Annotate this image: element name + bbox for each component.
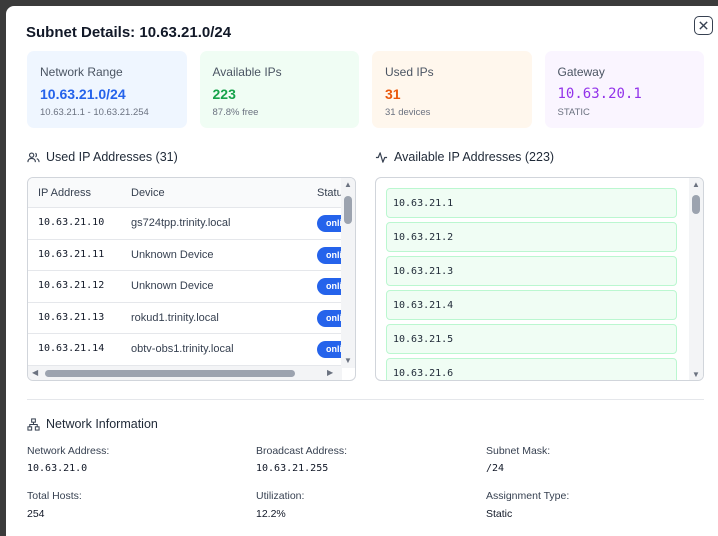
card-value: 10.63.20.1 [557,86,642,102]
table-row[interactable]: 10.63.21.13 rokud1.trinity.local online [28,303,342,334]
field-value: Static [486,508,513,520]
device-cell: Unknown Device [131,280,214,292]
device-cell: gs724tpp.trinity.local [131,217,231,229]
status-badge: online [317,278,342,295]
available-ips-card: Available IPs 223 87.8% free [199,51,359,128]
status-badge: online [317,309,342,327]
vertical-scrollbar[interactable]: ▲ ▼ [341,178,355,368]
field-value: 12.2% [256,508,286,520]
scroll-down-icon[interactable]: ▼ [344,357,352,365]
list-item[interactable]: 10.63.21.4 [386,290,677,320]
ip-cell: 10.63.21.11 [38,248,105,260]
device-cell: rokud1.trinity.local [131,311,219,324]
network-address-field: Network Address: 10.63.21.0 [27,445,109,474]
utilization-field: Utilization: 12.2% [256,490,304,520]
list-item[interactable]: 10.63.21.3 [386,256,677,286]
scroll-left-icon[interactable]: ◀ [32,369,38,377]
list-item[interactable]: 10.63.21.6 [386,358,677,380]
modal-title: Subnet Details: 10.63.21.0/24 [26,24,232,41]
status-badge: online [317,341,342,358]
scroll-up-icon[interactable]: ▲ [692,181,700,189]
subnet-details-modal: Subnet Details: 10.63.21.0/24 Network Ra… [6,6,718,536]
section-title: Available IP Addresses (223) [394,150,555,164]
table-row[interactable]: 10.63.21.14 obtv-obs1.trinity.local onli… [28,334,342,366]
assignment-type-field: Assignment Type: Static [486,490,569,520]
activity-icon [375,151,388,163]
network-icon [27,417,40,431]
field-label: Subnet Mask: [486,445,551,457]
status-badge: online [317,246,342,264]
field-label: Assignment Type: [486,490,570,502]
summary-cards: Network Range 10.63.21.0/24 10.63.21.1 -… [27,51,704,128]
table-body: 10.63.21.10 gs724tpp.trinity.local onlin… [28,178,342,368]
section-divider [27,399,704,400]
list-item[interactable]: 10.63.21.2 [386,222,677,252]
card-sub: 10.63.21.1 - 10.63.21.254 [40,107,149,118]
card-label: Network Range [40,65,123,79]
card-value: 10.63.21.0/24 [40,86,126,102]
scroll-down-icon[interactable]: ▼ [692,371,700,379]
users-icon [27,151,40,162]
vertical-scrollbar[interactable]: ▲ ▼ [689,178,703,380]
ip-cell: 10.63.21.14 [38,343,105,354]
device-cell: Unknown Device [131,248,214,261]
list-body: 10.63.21.1 10.63.21.2 10.63.21.3 10.63.2… [376,178,690,380]
scroll-up-icon[interactable]: ▲ [344,181,352,189]
available-ips-list[interactable]: 10.63.21.1 10.63.21.2 10.63.21.3 10.63.2… [375,177,704,381]
table-row[interactable]: 10.63.21.11 Unknown Device online [28,240,342,271]
card-value: 223 [212,86,236,102]
status-badge: online [317,215,342,232]
field-label: Utilization: [256,490,305,502]
broadcast-address-field: Broadcast Address: 10.63.21.255 [256,445,347,474]
used-ips-table[interactable]: IP Address Device Status 10.63.21.10 gs7… [27,177,356,381]
ip-cell: 10.63.21.12 [38,280,105,291]
card-label: Gateway [557,65,605,79]
scrollbar-thumb[interactable] [344,196,352,224]
card-value: 31 [385,86,401,102]
network-range-card: Network Range 10.63.21.0/24 10.63.21.1 -… [27,51,187,128]
horizontal-scrollbar[interactable]: ◀ ▶ [28,366,342,380]
ip-cell: 10.63.21.13 [38,311,105,323]
list-item[interactable]: 10.63.21.1 [386,188,677,218]
field-value: 254 [27,508,45,520]
scrollbar-thumb[interactable] [45,370,295,377]
field-label: Broadcast Address: [256,445,348,457]
scroll-right-icon[interactable]: ▶ [327,369,333,377]
card-label: Used IPs [385,65,434,79]
total-hosts-field: Total Hosts: 254 [27,490,82,520]
field-value: /24 [486,463,505,474]
ip-cell: 10.63.21.10 [38,217,105,228]
close-icon [699,21,708,30]
field-value: 10.63.21.0 [27,463,88,474]
used-ips-card: Used IPs 31 31 devices [372,51,532,128]
section-title: Used IP Addresses (31) [46,150,178,164]
card-label: Available IPs [212,65,282,79]
card-sub: STATIC [557,107,590,118]
subnet-mask-field: Subnet Mask: /24 [486,445,550,474]
used-ips-heading: Used IP Addresses (31) [27,150,178,164]
field-label: Total Hosts: [27,490,82,502]
section-title: Network Information [46,417,158,431]
list-item[interactable]: 10.63.21.5 [386,324,677,354]
device-cell: obtv-obs1.trinity.local [131,343,234,355]
close-button[interactable] [694,16,713,35]
card-sub: 31 devices [385,107,431,118]
gateway-card: Gateway 10.63.20.1 STATIC [544,51,704,128]
card-sub: 87.8% free [212,107,259,118]
field-label: Network Address: [27,445,110,457]
table-row[interactable]: 10.63.21.10 gs724tpp.trinity.local onlin… [28,208,342,240]
field-value: 10.63.21.255 [256,463,329,474]
available-ips-heading: Available IP Addresses (223) [375,150,554,164]
network-info-heading: Network Information [27,417,158,431]
table-row[interactable]: 10.63.21.12 Unknown Device online [28,271,342,303]
scrollbar-thumb[interactable] [692,195,700,214]
